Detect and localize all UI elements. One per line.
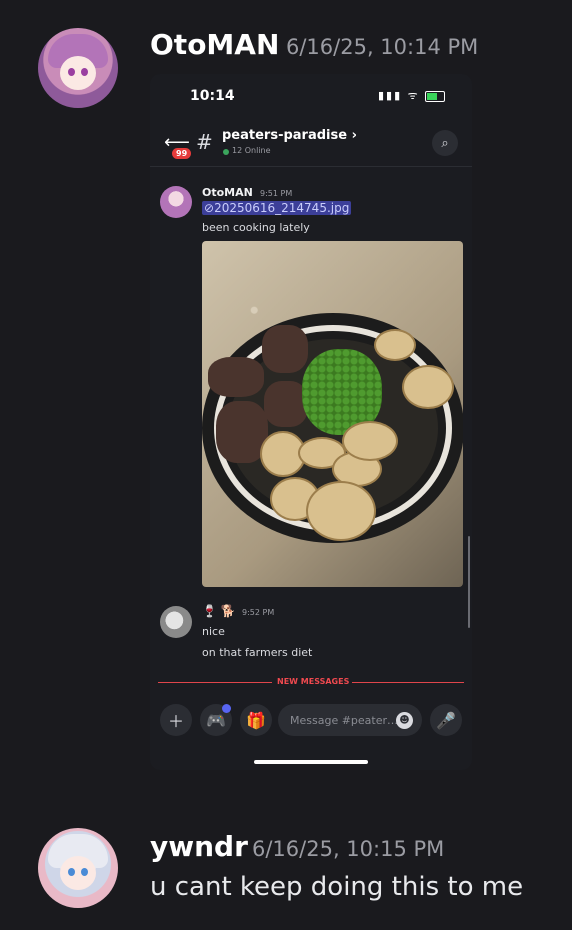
attachment-filename: 20250616_214745.jpg <box>214 201 350 215</box>
post-text: been cooking lately <box>202 221 310 234</box>
potato-slice <box>306 481 376 541</box>
message-timestamp: 6/16/25, 10:15 PM <box>252 837 445 861</box>
channel-name[interactable]: peaters-paradise › <box>222 128 357 143</box>
gift-button[interactable]: 🎁 <box>240 704 272 736</box>
attachment-link[interactable]: ⊘20250616_214745.jpg <box>202 201 352 215</box>
scrollbar[interactable] <box>468 536 470 628</box>
status-time: 10:14 <box>190 88 235 104</box>
avatar-eye <box>81 68 88 76</box>
new-messages-label: NEW MESSAGES <box>274 677 353 686</box>
post-text: on that farmers diet <box>202 646 313 659</box>
avatar-face <box>60 856 96 890</box>
gamepad-icon: 🎮 <box>206 710 226 730</box>
smiley-icon: ☻ <box>399 715 410 726</box>
avatar-eye <box>68 868 75 876</box>
home-indicator[interactable] <box>254 760 368 764</box>
avatar-eye <box>81 868 88 876</box>
post-avatar-otoman[interactable] <box>160 186 192 218</box>
phone-screenshot-attachment[interactable]: 10:14 ▮▮▮ ᯤ ⟵ 99 # peaters-paradise › 12… <box>150 74 472 770</box>
message-placeholder: Message #peater… <box>290 714 399 727</box>
potato-slice <box>402 365 454 409</box>
avatar-eye <box>68 68 75 76</box>
message-timestamp: 6/16/25, 10:14 PM <box>286 35 479 59</box>
channel-hash-icon: # <box>196 130 213 154</box>
avatar-face <box>60 56 96 90</box>
online-status-icon <box>223 149 229 155</box>
post-time: 9:51 PM <box>260 189 293 198</box>
potato-slice <box>374 329 416 361</box>
new-messages-divider <box>350 682 464 683</box>
emoji-button[interactable]: ☻ <box>396 712 413 729</box>
search-button[interactable]: ⌕ <box>432 130 458 156</box>
paperclip-icon: ⊘ <box>204 201 215 215</box>
online-count: 12 Online <box>232 146 271 155</box>
food-photo[interactable] <box>202 241 463 587</box>
post-text: nice <box>202 625 225 638</box>
steak <box>208 357 264 397</box>
post-username[interactable]: OtoMAN <box>202 186 253 199</box>
plus-icon: ＋ <box>167 712 184 731</box>
add-button[interactable]: ＋ <box>160 704 192 736</box>
battery-icon <box>425 90 446 102</box>
signal-wifi-icon: ▮▮▮ ᯤ <box>378 89 420 102</box>
header-divider <box>150 166 472 167</box>
voice-button[interactable]: 🎤 <box>430 704 462 736</box>
potato-slice <box>342 421 398 461</box>
gift-icon: 🎁 <box>246 710 266 730</box>
username-ywndr[interactable]: ywndr <box>150 830 248 863</box>
notification-dot <box>222 704 231 713</box>
avatar-otoman[interactable] <box>38 28 118 108</box>
post-time: 9:52 PM <box>242 608 275 617</box>
username-emoji[interactable]: 🍷 🐕 <box>202 604 236 618</box>
avatar-ywndr[interactable] <box>38 828 118 908</box>
status-icons: ▮▮▮ ᯤ <box>378 88 446 103</box>
microphone-icon: 🎤 <box>436 710 456 730</box>
search-icon: ⌕ <box>441 135 449 151</box>
unread-badge: 99 <box>172 148 192 159</box>
message-text: u cant keep doing this to me <box>150 872 524 902</box>
username-otoman[interactable]: OtoMAN <box>150 28 279 61</box>
steak <box>262 325 308 373</box>
post-avatar-user2[interactable] <box>160 606 192 638</box>
new-messages-divider <box>158 682 272 683</box>
